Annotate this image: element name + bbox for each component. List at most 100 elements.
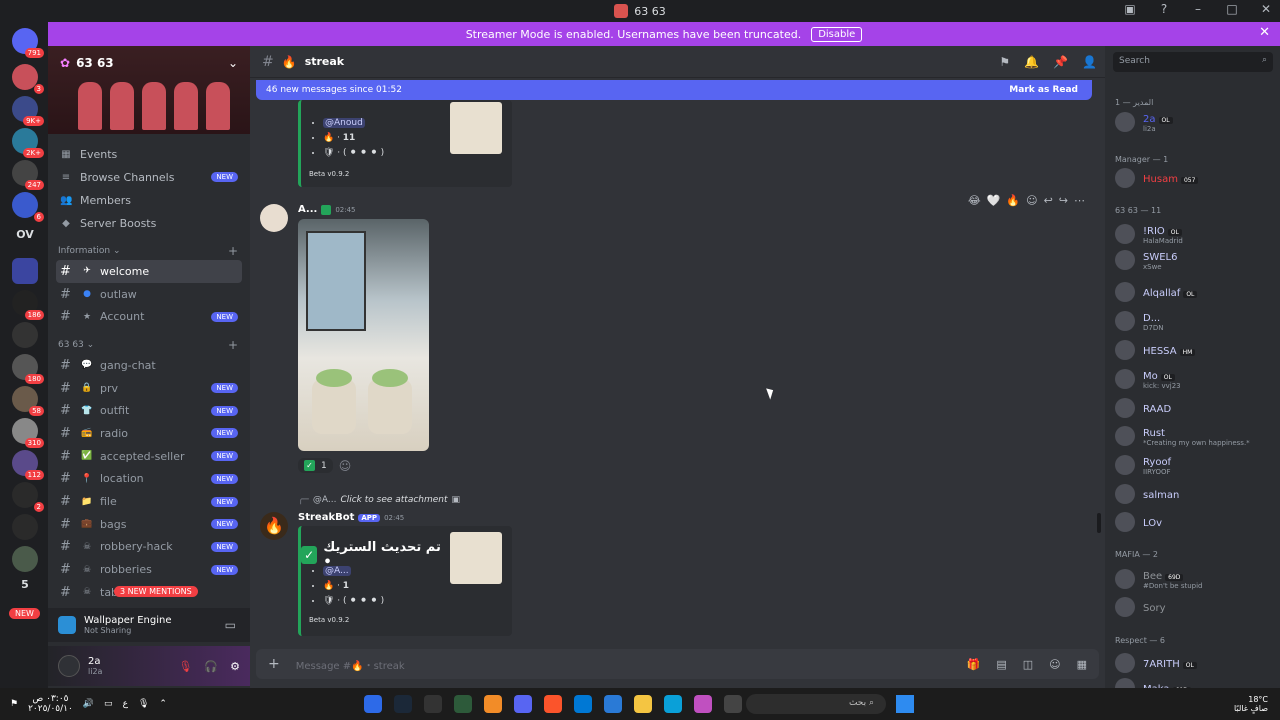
guild-icon[interactable]: 247 [12,160,44,190]
scrollbar[interactable] [1097,513,1101,533]
channel-item[interactable]: # 📁 file NEW [48,490,250,513]
steam-icon[interactable] [394,695,412,713]
chevron-down-icon[interactable]: ⌄ [228,56,238,70]
channel-item[interactable]: # 💼 bags NEW [48,513,250,536]
emoji-icon[interactable]: ☺ [1049,658,1060,671]
member-item[interactable]: Ryoof IIRYOOF [1115,453,1275,477]
app-icon[interactable] [424,695,442,713]
screen-share-icon[interactable]: ▭ [225,618,236,632]
notification-icon[interactable]: ⚑ [10,699,18,709]
emoji-reaction-icon[interactable]: 😂 [968,194,981,207]
channel-outlaw[interactable]: # ● outlaw [48,283,250,306]
member-item[interactable]: LOv [1115,510,1275,534]
category-63-63[interactable]: 63 63 ⌄ + [48,336,250,354]
app-icon[interactable] [484,695,502,713]
member-item[interactable]: Alqallaf OL [1115,280,1275,304]
deafen-icon[interactable]: 🎧 [204,660,218,673]
mark-as-read-button[interactable]: Mark as Read [1009,85,1078,95]
mute-icon[interactable]: 🎙 [178,660,192,673]
network-icon[interactable]: ▭ [104,699,113,709]
guild-icon[interactable]: 9K+ [12,96,44,126]
guild-icon[interactable] [12,546,38,572]
browse-channels-link[interactable]: ≡ Browse Channels NEW [48,166,250,188]
category-information[interactable]: Information ⌄ + [48,242,250,260]
windows-start-icon[interactable] [896,695,914,713]
member-item[interactable]: !RIO OL HalaMadrid [1115,222,1275,246]
member-item[interactable]: Husam 057 [1115,166,1275,190]
channel-welcome[interactable]: # ✈ welcome [56,260,242,283]
app-icon[interactable] [724,695,742,713]
member-item[interactable]: Rust *Creating my own happiness.* [1115,424,1275,448]
mic-icon[interactable]: 🎙 [138,699,149,709]
message-composer[interactable]: + Message #🔥・streak 🎁 ▤ ◫ ☺ ▦ [256,649,1099,679]
search-input[interactable]: Search ⌕ [1113,52,1273,72]
gif-icon[interactable]: ▤ [996,658,1006,671]
new-messages-bar[interactable]: 46 new messages since 01:52 Mark as Read [256,80,1092,100]
server-header[interactable]: ✿ 63 63 ⌄ [48,46,250,134]
channel-item[interactable]: # 📍 location NEW [48,468,250,491]
guild-icon[interactable]: 3 [12,64,44,94]
events-link[interactable]: ▦ Events [48,143,250,165]
member-item[interactable]: Mo OL kick: vvj23 [1115,367,1275,391]
fire-reaction-icon[interactable]: 🔥 [1006,194,1020,207]
forward-icon[interactable]: ↪ [1059,194,1068,207]
attachment-image[interactable] [298,219,429,451]
volume-icon[interactable]: 🔊 [83,699,94,709]
guild-icon[interactable] [12,514,38,540]
chevron-up-icon[interactable]: ⌃ [159,699,167,709]
maximize-icon[interactable]: □ [1224,2,1240,16]
help-icon[interactable]: ? [1156,2,1172,16]
member-item[interactable]: D... D7DN [1115,309,1275,333]
add-channel-icon[interactable]: + [228,338,238,352]
gift-icon[interactable]: 🎁 [967,658,981,671]
brave-icon[interactable] [544,695,562,713]
avatar[interactable] [260,204,288,232]
home-button[interactable]: 791 [12,28,44,58]
disable-streamer-button[interactable]: Disable [811,26,863,42]
avatar[interactable] [58,655,80,677]
app-icon[interactable] [454,695,472,713]
reply-reference[interactable]: ╭─ @A... Click to see attachment ▣ [298,495,460,505]
threads-icon[interactable]: ⚑ [999,55,1010,69]
guild-icon[interactable]: 6 [12,192,44,222]
channel-item[interactable]: # ✅ accepted-seller NEW [48,445,250,468]
member-list-icon[interactable]: 👤 [1082,55,1097,69]
add-channel-icon[interactable]: + [228,244,238,258]
heart-reaction-icon[interactable]: 🤍 [987,194,1001,207]
guild-icon[interactable]: 2 [12,482,44,512]
new-unreads-pill[interactable]: NEW [9,608,40,619]
channel-item[interactable]: # 👕 outfit NEW [48,399,250,422]
members-link[interactable]: 👥 Members [48,189,250,211]
message-input[interactable]: Message #🔥・streak [296,657,405,672]
channel-item[interactable]: # 📻 radio NEW [48,422,250,445]
outlook-icon[interactable] [574,695,592,713]
channel-item[interactable]: # 💬 gang-chat [48,354,250,377]
member-item[interactable]: SWEL6 xSwe [1115,248,1275,272]
author-name[interactable]: StreakBot [298,512,354,523]
member-item[interactable]: salman [1115,482,1275,506]
discord-icon[interactable] [514,695,532,713]
add-attachment-icon[interactable]: + [268,656,280,672]
inbox-icon[interactable]: ▣ [1122,2,1138,16]
weather-widget[interactable]: 18°C صافٍ غالبًا [1234,695,1268,713]
guild-icon[interactable]: 5 [12,572,38,598]
store-icon[interactable] [604,695,622,713]
guild-icon[interactable]: 112 [12,450,44,480]
edge-icon[interactable] [664,695,682,713]
app-icon[interactable] [364,695,382,713]
member-item[interactable]: 2a OL li2a [1115,110,1275,134]
folder-icon[interactable] [12,258,38,284]
guild-icon[interactable]: 180 [12,354,44,384]
guild-icon[interactable]: 186 [12,290,44,320]
add-reaction-icon[interactable]: ☺ [339,459,352,473]
user-mention[interactable]: @Anoud [323,118,365,128]
pin-icon[interactable]: 📌 [1053,55,1068,69]
check-reaction[interactable]: ✓ 1 [298,458,333,473]
bot-avatar[interactable]: 🔥 [260,512,288,540]
apps-icon[interactable]: ▦ [1077,658,1087,671]
app-icon[interactable] [694,695,712,713]
add-reaction-icon[interactable]: ☺ [1026,194,1037,207]
member-item[interactable]: Sory [1115,595,1275,619]
gear-icon[interactable]: ⚙ [230,660,240,673]
reply-icon[interactable]: ↩ [1044,194,1053,207]
